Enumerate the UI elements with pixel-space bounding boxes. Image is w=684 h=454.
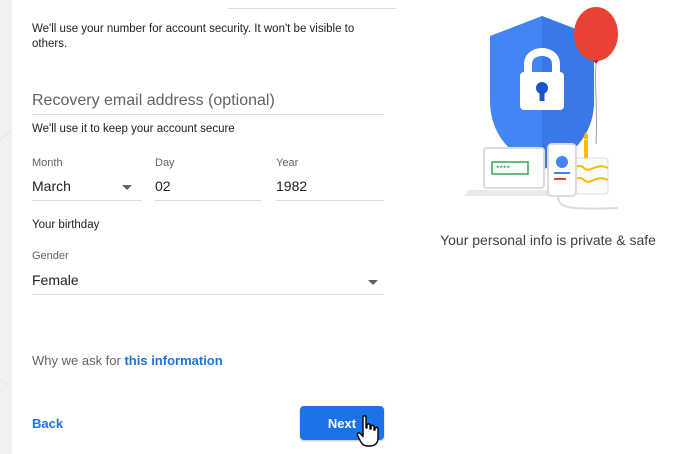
this-information-link[interactable]: this information [124,353,222,368]
gender-label: Gender [32,250,69,262]
recovery-helper-text: We'll use it to keep your account secure [32,123,235,135]
gender-select[interactable]: Female [32,272,79,288]
year-underline [276,200,384,201]
birthday-helper-text: Your birthday [32,219,100,231]
chevron-down-icon[interactable] [368,280,378,285]
hand-cursor-icon [356,415,379,447]
phone-icon [547,143,577,197]
next-button-label: Next [327,415,357,431]
recovery-email-underline [32,114,384,115]
month-underline [32,200,142,201]
phone-helper-text: We'll use your number for account securi… [32,23,355,50]
day-underline [155,200,261,201]
day-input[interactable]: 02 [155,178,171,194]
security-illustration: **** [464,7,619,210]
gender-underline [32,294,384,295]
phone-field-underline [228,8,396,9]
month-select[interactable]: March [32,178,71,194]
back-button[interactable]: Back [32,416,63,431]
privacy-caption: Your personal info is private & safe [440,232,656,248]
month-label: Month [32,157,63,169]
recovery-email-input[interactable]: Recovery email address (optional) [32,92,275,110]
signup-form-card: We'll use your number for account securi… [12,0,684,454]
year-label: Year [276,157,299,169]
year-input[interactable]: 1982 [276,178,307,194]
why-prefix: Why we ask for [32,353,125,368]
password-dots: **** [496,164,511,174]
why-we-ask-text: Why we ask for this information [32,353,223,368]
chevron-down-icon[interactable] [122,185,132,190]
day-label: Day [155,157,175,169]
